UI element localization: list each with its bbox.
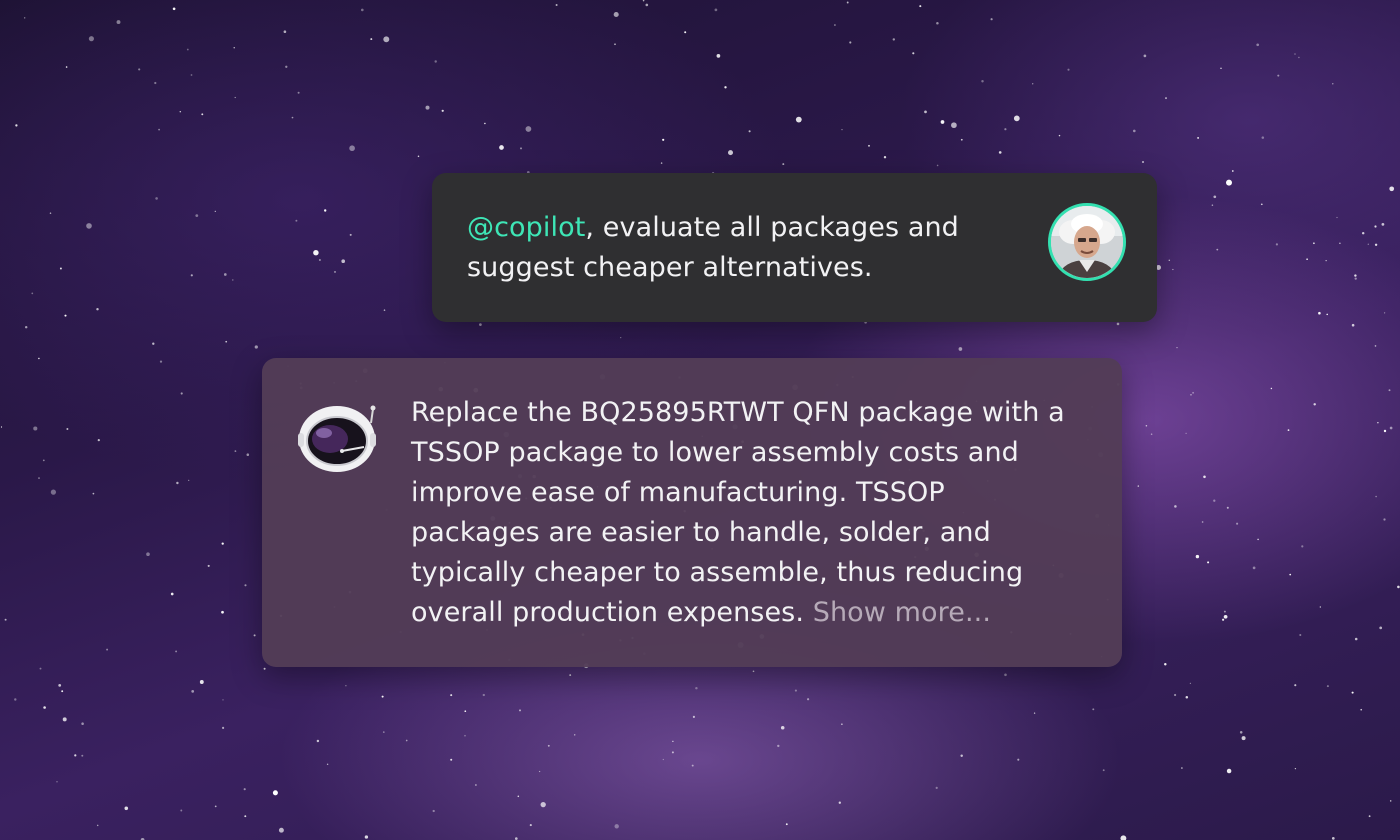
user-message-bubble: @copilot, evaluate all packages and sugg…	[432, 173, 1157, 322]
show-more-link[interactable]: Show more...	[813, 597, 991, 628]
copilot-message-text: Replace the BQ25895RTWT QFN package with…	[411, 393, 1081, 633]
user-message-text: @copilot, evaluate all packages and sugg…	[467, 208, 1027, 288]
astronaut-helmet-icon	[298, 405, 376, 472]
user-portrait-icon	[1051, 206, 1123, 278]
copilot-message-bubble: Replace the BQ25895RTWT QFN package with…	[262, 358, 1122, 667]
copilot-avatar	[296, 401, 380, 475]
copilot-message-body: Replace the BQ25895RTWT QFN package with…	[411, 397, 1065, 628]
user-avatar[interactable]	[1048, 203, 1126, 281]
copilot-mention[interactable]: @copilot	[467, 212, 585, 243]
